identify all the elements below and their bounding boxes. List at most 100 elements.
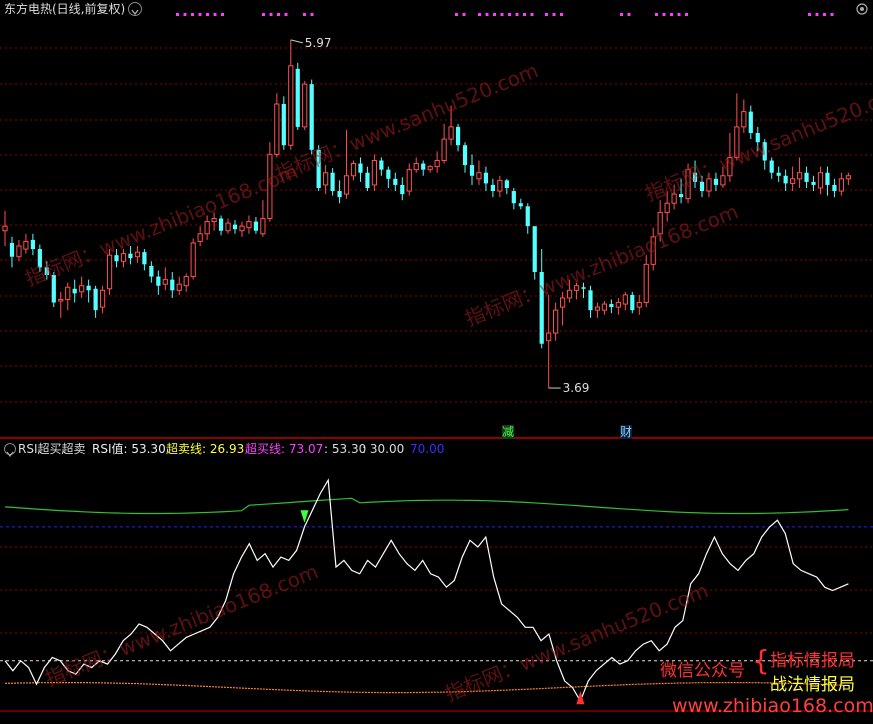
title-dropdown-button[interactable] [128,2,142,16]
chart-canvas [0,13,873,712]
candle-body [448,126,454,140]
candle-body [650,236,656,265]
candle-body [594,306,601,311]
candle-body [434,159,440,168]
candle-body [267,153,273,220]
overbought-curve [4,497,849,515]
candle-body [511,191,516,204]
candle-body [615,302,621,308]
window-settings-button[interactable] [855,1,869,20]
signal-marker [206,13,209,16]
candle-body [9,242,15,257]
signal-marker [823,13,826,16]
candle-body [295,68,300,127]
candle-body [741,111,747,128]
candle-body [560,297,566,308]
candle-body [72,288,77,294]
candle-body [2,225,8,232]
candle-body [413,163,419,171]
signal-marker [662,13,666,16]
low-price-label: 3.69 [562,381,590,396]
candle-body [218,218,224,231]
signal-marker [191,13,194,16]
candle-body [343,175,350,195]
signal-marker [176,13,179,16]
oversold-value: 超卖线: 26.93 [166,442,245,456]
signal-marker [685,13,688,16]
candle-body [790,178,796,184]
candle-body [601,303,608,311]
event-tag-reduce[interactable]: 减 [502,425,515,439]
candle-body [664,202,670,213]
candle-body [406,169,412,192]
candle-body [622,294,628,305]
candle-body [183,276,189,287]
candle-body [400,184,405,195]
candle-body [37,249,42,268]
candle-body [643,263,649,304]
candle-body [581,287,586,289]
candle-body [769,160,774,173]
candle-body [845,175,851,180]
candle-body [162,279,168,285]
candle-body [16,245,22,258]
candle-body [546,332,552,342]
indicator-name[interactable]: RSI超买超卖 [18,442,86,456]
signal-marker [500,13,504,16]
signal-marker [552,13,556,16]
candle-body [776,172,781,176]
candle-body [706,178,712,192]
candle-body [379,160,384,170]
signal-marker [655,13,658,16]
stock-chart-window[interactable]: 东方电热(日线,前复权) 5.97 3.69 减 财 RSI超买超卖 RSI值:… [0,0,873,720]
candle-body [566,289,573,299]
promo-wechat: 微信公众号 [660,661,745,681]
signal-marker [670,13,673,16]
indicator-dropdown-button[interactable] [4,443,16,457]
candle-body [748,111,753,134]
candle-body [755,133,760,143]
candle-body [825,172,830,185]
candle-body [197,233,203,242]
signal-marker [213,13,217,16]
candles-group[interactable] [2,39,851,389]
candle-body [553,309,559,334]
candle-body [588,290,593,311]
candle-body [699,181,705,192]
signal-marker [815,13,819,16]
promo-line-3: 战法情报局 [770,675,855,695]
candle-body [692,172,698,182]
candle-body [838,178,844,192]
candle-body [441,138,447,161]
candle-body [30,239,35,250]
candle-body [817,172,824,189]
candle-body [421,163,426,170]
candle-body [323,172,329,186]
signal-marker [830,13,834,16]
candle-body [490,184,495,192]
candle-body [134,251,141,258]
candle-body [350,163,357,177]
candle-body [44,267,49,276]
candle-body [253,221,259,231]
candle-body [371,159,378,186]
event-tag-finance[interactable]: 财 [620,425,633,439]
candle-body [337,191,342,198]
candle-body [225,222,231,232]
candle-body [23,240,29,250]
signal-marker [277,13,280,16]
candle-body [483,172,489,184]
candle-body [176,283,182,291]
candle-body [609,304,614,308]
candle-body [734,126,740,158]
candle-body [260,218,266,235]
candle-body [671,193,677,204]
rsi-value: RSI值: 53.30 [92,442,166,456]
candle-body [657,211,663,235]
candle-body [239,225,245,232]
candle-body [232,224,238,230]
candle-body [476,172,482,180]
candle-body [120,253,127,262]
candle-body [539,271,544,344]
candle-body [99,289,106,308]
